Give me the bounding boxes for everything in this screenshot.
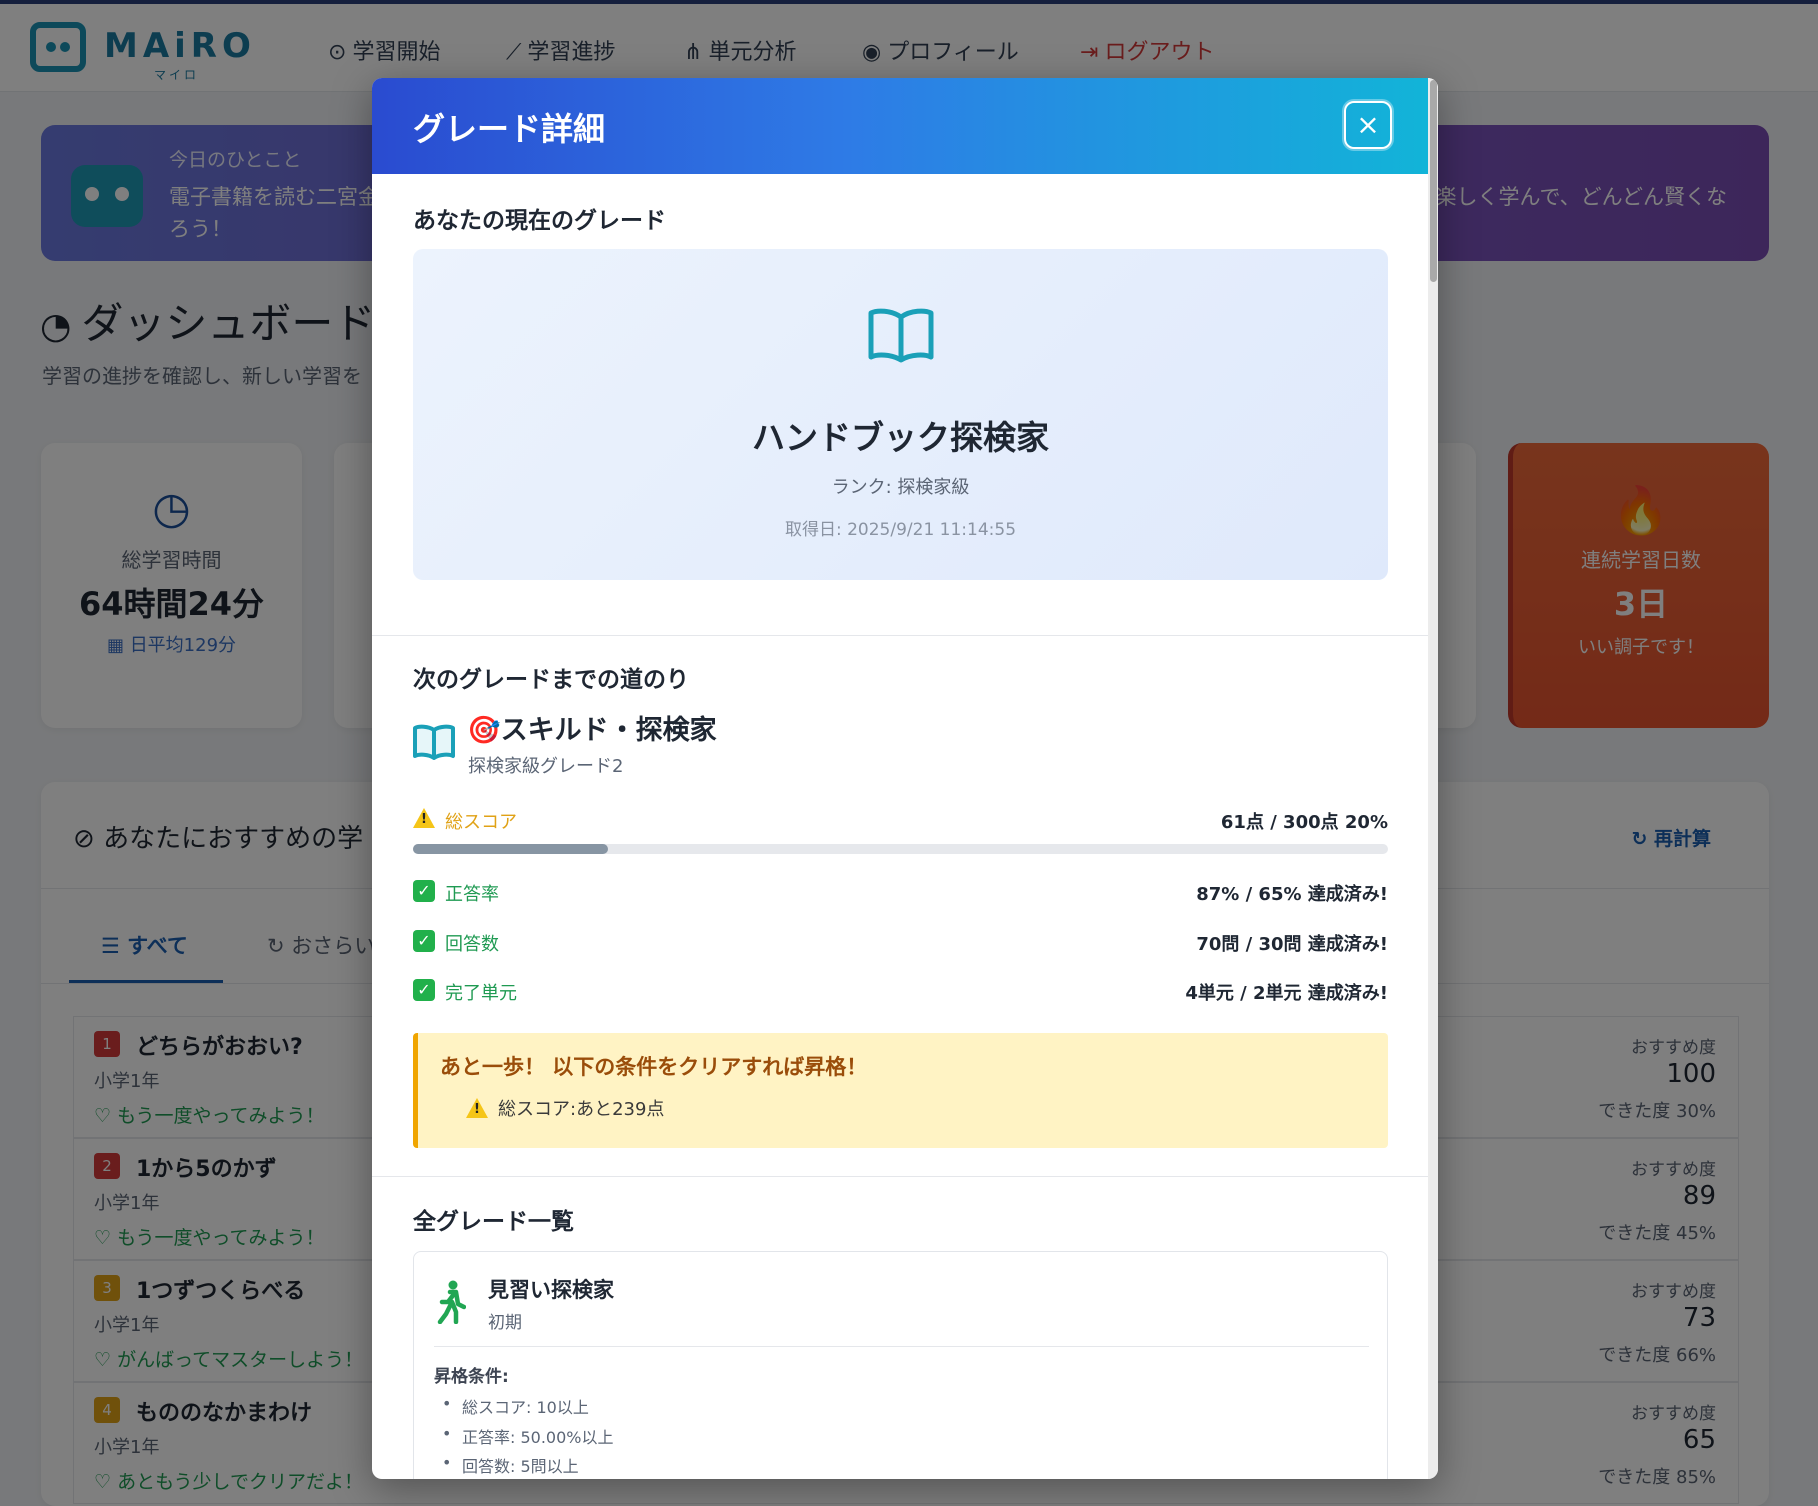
condition-accuracy: ✓ 正答率 87% / 65% 達成済み! <box>413 880 1388 906</box>
all-grades-heading: 全グレード一覧 <box>413 1209 574 1235</box>
requirement-item: 総スコア: 10以上 <box>442 1394 589 1418</box>
condition-total-score: ! 総スコア 61点 / 300点 20% <box>413 808 1388 834</box>
target-icon: 🎯 <box>467 715 501 746</box>
grade-name: 見習い探検家 <box>488 1278 614 1302</box>
next-grade-sub: 探検家級グレード2 <box>468 756 624 777</box>
grade-level: 初期 <box>488 1313 522 1333</box>
promotion-notice: あと一歩！ 以下の条件をクリアすれば昇格！ ! 総スコア:あと239点 <box>413 1033 1388 1148</box>
current-grade-heading: あなたの現在のグレード <box>413 208 666 234</box>
divider <box>372 635 1428 636</box>
current-grade-rank: ランク: 探検家級 <box>831 477 970 498</box>
current-grade-name: ハンドブック探検家 <box>752 418 1049 457</box>
modal-scrollbar-thumb[interactable] <box>1430 80 1437 282</box>
open-book-icon <box>868 308 934 363</box>
current-grade-card: ハンドブック探検家 ランク: 探検家級 取得日: 2025/9/21 11:14… <box>413 249 1388 580</box>
divider <box>372 1176 1428 1177</box>
close-button[interactable]: × <box>1344 101 1392 149</box>
next-grade-heading: 次のグレードまでの道のり <box>413 667 689 693</box>
notice-item: ! 総スコア:あと239点 <box>466 1095 664 1121</box>
notice-title: あと一歩！ 以下の条件をクリアすれば昇格！ <box>440 1055 868 1079</box>
score-progress-fill <box>413 844 608 854</box>
requirement-item: 正答率: 50.00%以上 <box>442 1424 613 1448</box>
grade-list-item[interactable]: 見習い探検家 初期 昇格条件: 総スコア: 10以上 正答率: 50.00%以上… <box>413 1251 1388 1479</box>
modal-header: グレード詳細 × <box>372 78 1428 174</box>
warning-icon: ! <box>466 1098 488 1118</box>
condition-units: ✓ 完了単元 4単元 / 2単元 達成済み! <box>413 979 1388 1005</box>
walking-person-icon <box>437 1280 466 1324</box>
check-icon: ✓ <box>413 930 435 952</box>
requirement-item: 回答数: 5問以上 <box>442 1453 579 1477</box>
check-icon: ✓ <box>413 979 435 1001</box>
condition-answers: ✓ 回答数 70問 / 30問 達成済み! <box>413 930 1388 956</box>
check-icon: ✓ <box>413 880 435 902</box>
requirements-title: 昇格条件: <box>434 1367 509 1387</box>
score-progress-bar <box>413 844 1388 854</box>
grade-detail-modal: グレード詳細 × あなたの現在のグレード ハンドブック探検家 ランク: 探検家級… <box>372 78 1438 1479</box>
modal-title: グレード詳細 <box>413 110 606 148</box>
warning-icon: ! <box>413 808 435 830</box>
next-grade-name: 🎯スキルド・探検家 <box>467 715 717 746</box>
current-grade-date: 取得日: 2025/9/21 11:14:55 <box>784 520 1017 540</box>
modal-scrollbar[interactable] <box>1428 78 1438 1479</box>
open-book-icon <box>413 724 455 760</box>
